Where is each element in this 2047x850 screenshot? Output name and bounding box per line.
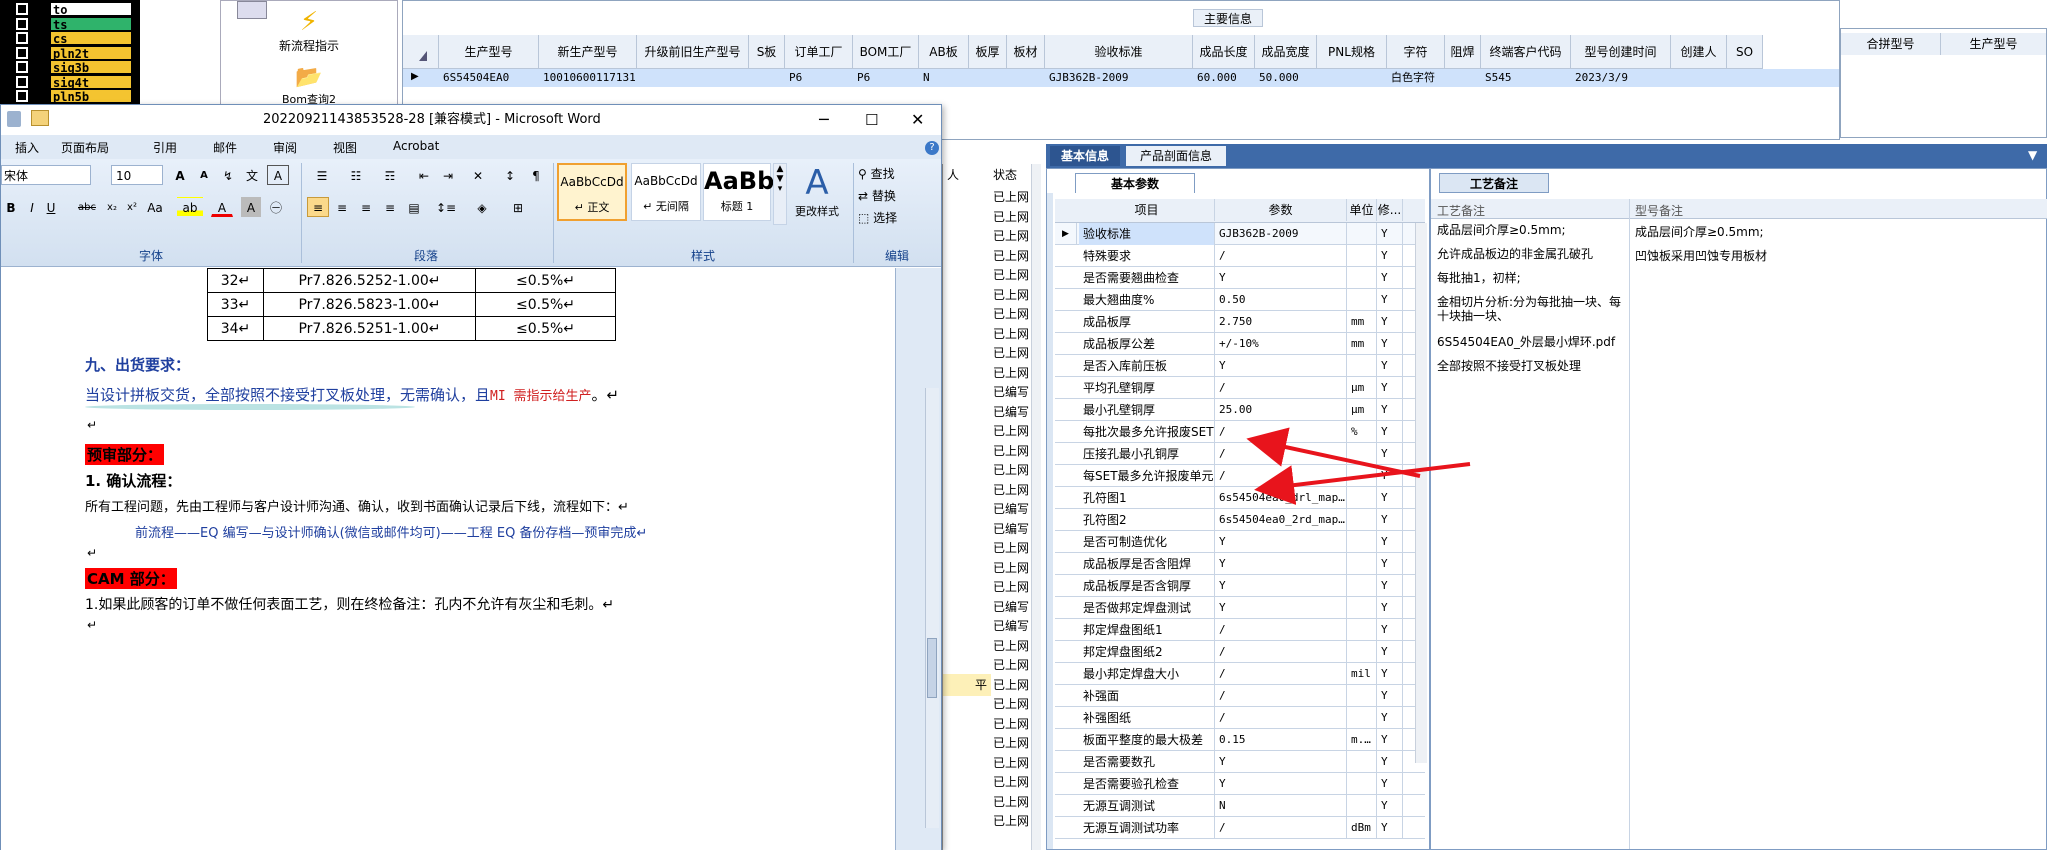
arrow-line bbox=[1254, 462, 1471, 505]
annotation-arrows bbox=[1246, 427, 1471, 505]
